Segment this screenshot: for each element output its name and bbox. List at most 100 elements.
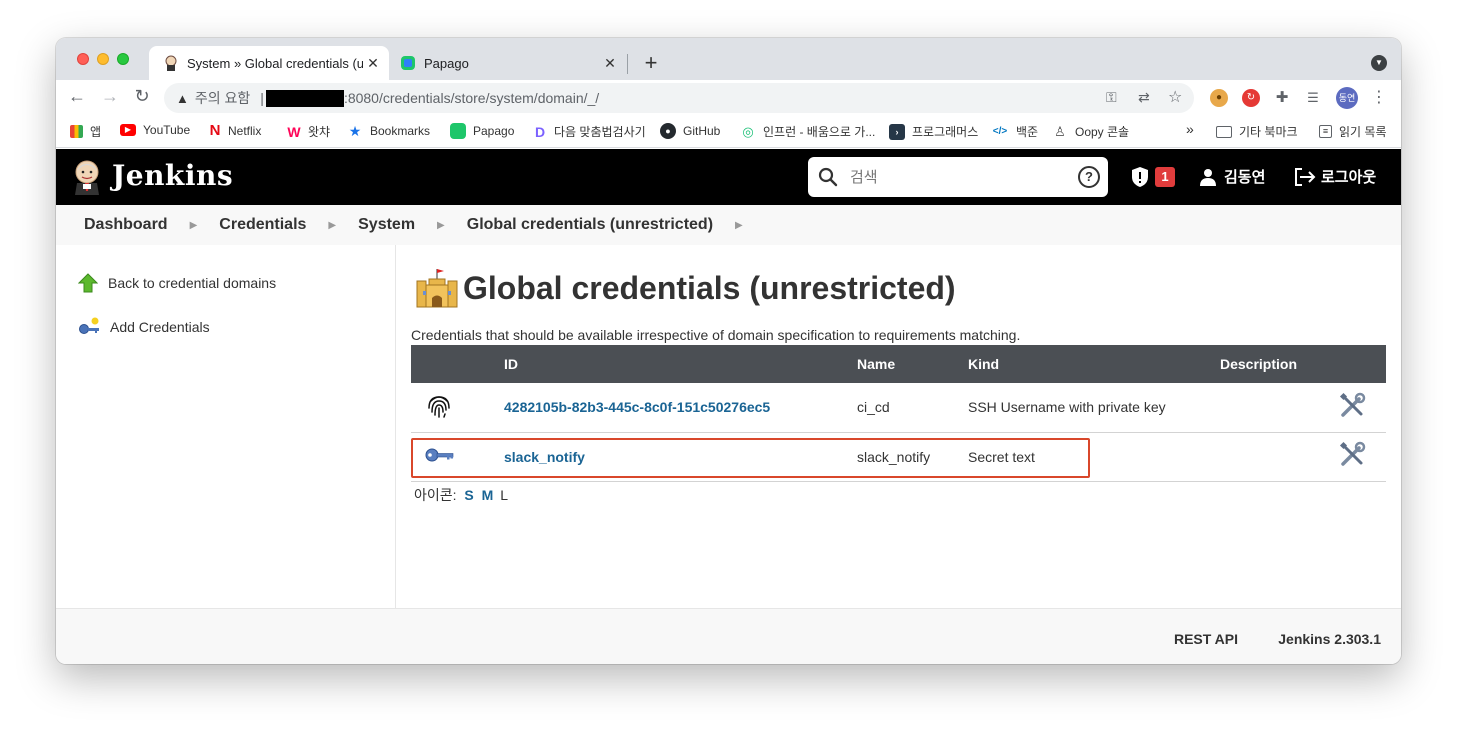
minimize-window-button[interactable] [97,53,109,65]
search-icon [818,167,838,187]
bookmark-watcha[interactable]: W 왓챠 [287,123,330,140]
up-arrow-icon [78,273,98,293]
folder-icon [1216,125,1232,138]
bookmark-label: 읽기 목록 [1339,125,1387,139]
header-actions [1338,345,1386,383]
breadcrumb-dashboard[interactable]: Dashboard [84,216,168,234]
configure-tools-icon[interactable] [1338,392,1366,420]
bookmark-label: 다음 맞춤법검사기 [554,125,646,139]
row-name-cell: ci_cd [857,383,968,433]
user-menu[interactable]: 김동연 [1199,166,1265,187]
jenkins-version-link[interactable]: Jenkins 2.303.1 [1278,631,1381,647]
tab-close-icon[interactable]: ✕ [363,55,383,72]
tab-close-icon[interactable]: ✕ [600,55,620,72]
translate-icon[interactable]: ⇄ [1138,89,1150,106]
cookie-extension-icon[interactable]: ● [1210,89,1228,107]
bookmark-programmers[interactable]: › 프로그래머스 [889,123,978,140]
bookmark-bookmarks[interactable]: ★ Bookmarks [347,123,430,139]
security-alert-badge[interactable]: 1 [1155,167,1175,187]
media-control-icon[interactable]: ☰ [1304,89,1322,107]
bookmark-apps[interactable]: 앱 [70,123,101,140]
row-actions-cell [1338,432,1386,482]
bookmark-reading-list[interactable]: ≡ 읽기 목록 [1319,123,1387,140]
bookmark-youtube[interactable]: ▶ YouTube [120,123,190,137]
credential-id-link[interactable]: 4282105b-82b3-445c-8c0f-151c50276ec5 [504,399,770,415]
extension-icon[interactable]: ↻ [1242,89,1260,107]
help-icon[interactable]: ? [1078,166,1100,188]
table-header-row: ID Name Kind Description [411,345,1386,383]
key-icon[interactable]: ⚿ [1106,89,1117,106]
header-name[interactable]: Name [857,345,968,383]
add-credentials-link[interactable]: Add Credentials [78,317,210,337]
icon-size-label: 아이콘: [414,487,457,503]
bookmark-netflix[interactable]: N Netflix [209,123,262,139]
chevron-right-icon[interactable]: ▶ [190,220,198,231]
back-arrow-icon[interactable]: ← [65,86,89,107]
tab-jenkins[interactable]: System » Global credentials (u ✕ [149,46,389,80]
close-window-button[interactable] [77,53,89,65]
page-title-text: Global credentials (unrestricted) [463,269,956,306]
credentials-table: ID Name Kind Description 4282105b-82b3-4… [411,345,1386,482]
credential-id-link[interactable]: slack_notify [504,449,585,465]
user-icon [1200,168,1216,186]
fingerprint-icon [428,395,450,418]
page-title: Global credentials (unrestricted) [415,267,956,309]
rest-api-link[interactable]: REST API [1174,631,1238,647]
bookmark-github[interactable]: ● GitHub [660,123,720,139]
table-row: slack_notify slack_notify Secret text [411,432,1386,482]
key-icon [425,448,454,462]
search-input[interactable] [850,168,1078,186]
reload-icon[interactable]: ↻ [130,86,154,107]
icon-size-medium[interactable]: M [482,487,494,503]
bookmark-label: 프로그래머스 [912,125,979,139]
tab-title: Papago [424,55,469,71]
bookmark-inflearn[interactable]: ◎ 인프런 - 배움으로 가... [740,123,875,140]
jenkins-brand[interactable]: Jenkins [112,159,233,192]
bookmark-daum[interactable]: D 다음 맞춤법검사기 [533,123,646,140]
bookmark-baekjoon[interactable]: </> 백준 [991,123,1038,140]
task-label: Back to credential domains [108,275,277,291]
configure-tools-icon[interactable] [1338,441,1366,469]
icon-size-small[interactable]: S [464,487,473,503]
chevron-right-icon[interactable]: ▶ [735,220,743,231]
header-id[interactable]: ID [504,345,857,383]
zoom-window-button[interactable] [117,53,129,65]
profile-avatar[interactable]: 동연 [1336,87,1358,109]
address-divider: | [260,90,264,106]
header-description[interactable]: Description [1220,345,1338,383]
breadcrumb-global-credentials[interactable]: Global credentials (unrestricted) [467,216,713,234]
security-shield-icon[interactable] [1130,166,1150,188]
jenkins-search-box[interactable]: ? [808,157,1108,197]
bookmarks-overflow[interactable]: » [1186,121,1194,137]
bookmark-label: Oopy 콘솔 [1075,125,1130,139]
row-name-cell: slack_notify [857,432,968,482]
bookmark-oopy[interactable]: ♙ Oopy 콘솔 [1052,123,1129,140]
bookmarks-bar: 앱 ▶ YouTube N Netflix W 왓챠 ★ Bookmarks P… [56,116,1401,148]
tab-title: System » Global credentials (u [187,55,363,71]
papago-favicon-icon [401,56,415,70]
logout-link[interactable]: 로그아웃 [1294,166,1376,187]
new-tab-button[interactable]: + [640,50,662,76]
tab-search-icon[interactable]: ▼ [1371,55,1387,71]
back-to-domains-link[interactable]: Back to credential domains [78,273,276,293]
tab-papago[interactable]: Papago ✕ [396,46,626,80]
forward-arrow-icon[interactable]: → [98,86,122,107]
row-id-cell: 4282105b-82b3-445c-8c0f-151c50276ec5 [504,383,857,433]
bookmark-label: 왓챠 [308,125,331,139]
breadcrumb-credentials[interactable]: Credentials [219,216,306,234]
star-icon[interactable]: ☆ [1168,87,1182,107]
header-kind[interactable]: Kind [968,345,1220,383]
puzzle-icon[interactable]: ✚ [1273,89,1291,107]
chevron-right-icon[interactable]: ▶ [437,220,445,231]
chevron-right-icon[interactable]: ▶ [328,220,336,231]
bookmark-papago[interactable]: Papago [450,123,514,139]
bookmark-other[interactable]: 기타 북마크 [1216,123,1298,140]
menu-kebab-icon[interactable]: ⋮ [1370,89,1388,107]
page-footer: REST API Jenkins 2.303.1 [56,608,1401,664]
jenkins-logo-icon[interactable] [72,159,102,195]
breadcrumb-system[interactable]: System [358,216,415,234]
breadcrumb: Dashboard ▶ Credentials ▶ System ▶ Globa… [56,205,1401,245]
reading-list-icon: ≡ [1319,125,1332,138]
address-bar[interactable]: ▲ 주의 요함 | :8080/credentials/store/system… [164,83,1194,113]
star-icon: ★ [348,123,362,139]
